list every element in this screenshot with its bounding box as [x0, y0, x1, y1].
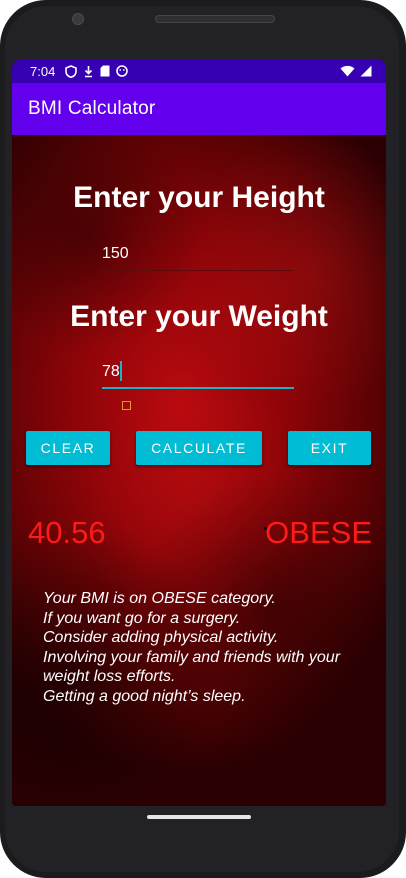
height-input-underline [102, 270, 294, 271]
status-icons [65, 64, 129, 78]
status-bar: 7:04 [12, 59, 386, 83]
text-selection-handle[interactable] [122, 401, 131, 410]
advice-line: Your BMI is on OBESE category. [43, 590, 276, 607]
advice-line: Getting a good night’s sleep. [43, 687, 246, 705]
status-right-icons [340, 65, 372, 77]
navigation-bar [12, 806, 386, 834]
weight-input-underline [102, 387, 294, 389]
calculate-button[interactable]: CALCULATE [136, 431, 262, 465]
bmi-category: OBESE [265, 515, 372, 550]
height-heading: Enter your Height [73, 181, 325, 214]
exit-button[interactable]: EXIT [288, 431, 371, 465]
advice-line: Consider adding physical activity. [43, 629, 279, 646]
advice-line: If you want go for a surgery. [43, 609, 241, 627]
weight-input-value: 78 [102, 363, 120, 380]
sd-card-icon [100, 65, 110, 77]
status-time: 7:04 [30, 63, 56, 79]
download-icon [85, 65, 93, 77]
bmi-value: 40.56 [28, 515, 106, 550]
weight-heading: Enter your Weight [70, 300, 328, 333]
height-input[interactable]: 150 [102, 241, 294, 271]
clear-button[interactable]: CLEAR [26, 431, 110, 465]
height-input-value: 150 [102, 245, 129, 262]
front-camera [72, 13, 84, 25]
face-icon [116, 65, 129, 77]
screen: 7:04 BMI Calculator Enter your Height 15… [12, 59, 386, 806]
advice-line: Involving your family and friends with y… [43, 648, 341, 666]
advice-line: weight loss efforts. [43, 668, 176, 685]
app-bar: BMI Calculator [12, 83, 386, 135]
main-content: Enter your Height 150 Enter your Weight … [12, 135, 386, 806]
wifi-icon [340, 65, 355, 77]
text-cursor [120, 361, 122, 381]
advice-text: Your BMI is on OBESE category. If you wa… [43, 589, 373, 706]
signal-icon [360, 65, 372, 77]
shield-icon [65, 64, 78, 78]
app-title: BMI Calculator [28, 98, 156, 119]
weight-input[interactable]: 78 [102, 359, 294, 389]
home-gesture-pill[interactable] [147, 815, 251, 819]
phone-frame: 7:04 BMI Calculator Enter your Height 15… [0, 0, 406, 878]
earpiece-speaker [155, 15, 275, 23]
